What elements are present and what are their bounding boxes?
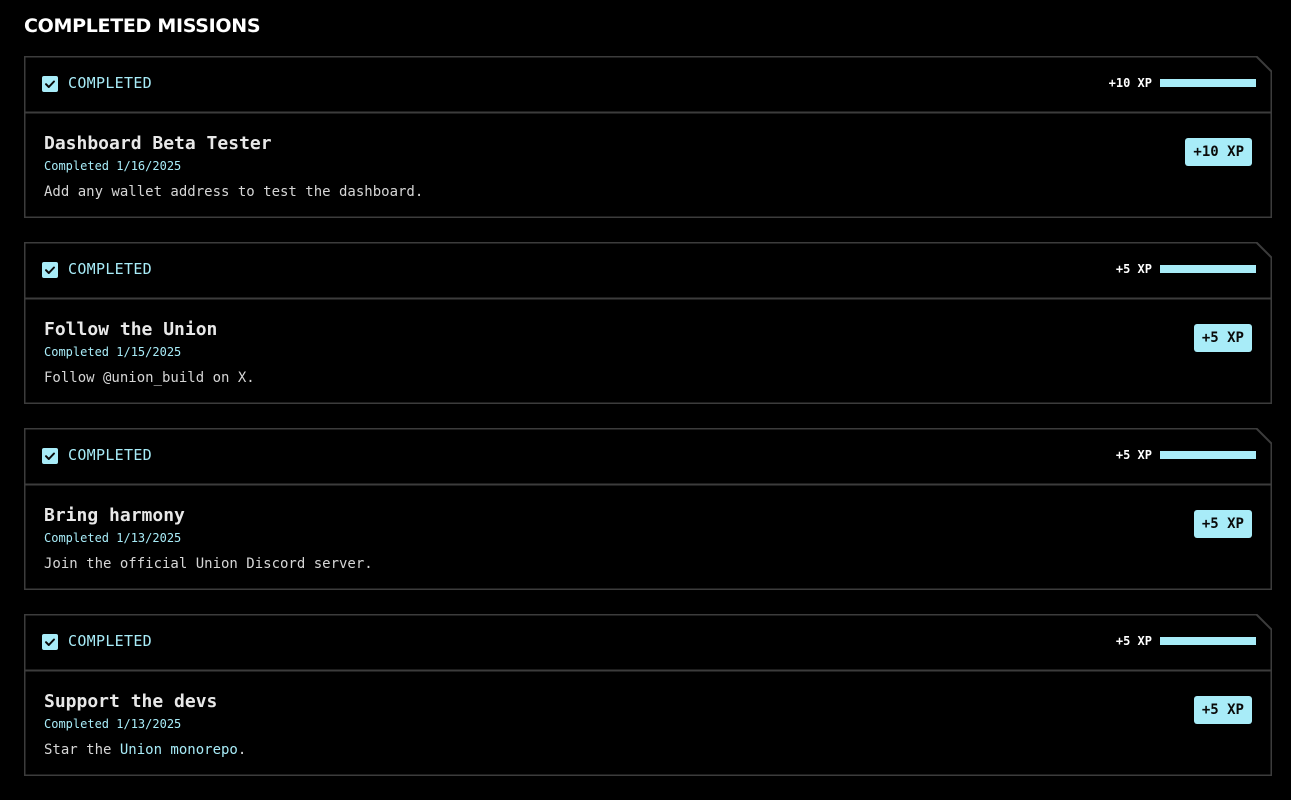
header-xp-value: +5 XP [1115,634,1152,648]
header-xp-value: +10 XP [1108,76,1152,90]
mission-card: COMPLETED +5 XP Bring harmony Completed … [24,428,1272,590]
mission-card: COMPLETED +5 XP Follow the Union Complet… [24,242,1272,404]
mission-description: Join the official Union Discord server. [44,556,373,572]
completed-date: Completed 1/16/2025 [44,159,182,173]
mission-body: Support the devs Completed 1/13/2025 Sta… [24,671,1272,776]
header-xp: +5 XP [1116,447,1256,463]
progress-bar [1160,79,1256,87]
status-label: COMPLETED [68,260,152,278]
xp-badge: +10 XP [1185,138,1252,166]
header-xp: +5 XP [1116,261,1256,277]
missions-list: COMPLETED +10 XP Dashboard Beta Tester C… [24,56,1272,800]
checkbox-checked-icon [42,634,58,650]
xp-badge: +5 XP [1193,696,1252,724]
mission-card: COMPLETED +10 XP Dashboard Beta Tester C… [24,56,1272,218]
header-xp-value: +5 XP [1115,448,1152,462]
progress-bar [1160,451,1256,459]
mission-header: COMPLETED +5 XP [24,242,1272,298]
mission-title: Dashboard Beta Tester [44,133,272,154]
xp-badge: +5 XP [1193,510,1252,538]
mission-body: Dashboard Beta Tester Completed 1/16/202… [24,113,1272,218]
union-monorepo-link[interactable]: Union monorepo [120,742,238,758]
checkbox-checked-icon [42,448,58,464]
progress-bar [1160,637,1256,645]
mission-description: Follow @union_build on X. [44,370,255,386]
status-label: COMPLETED [68,446,152,464]
mission-title: Follow the Union [44,319,218,340]
mission-body: Bring harmony Completed 1/13/2025 Join t… [24,485,1272,590]
page-title: COMPLETED MISSIONS [24,15,261,37]
description-suffix: . [237,742,247,758]
completed-date: Completed 1/13/2025 [44,531,182,545]
header-xp: +5 XP [1116,633,1256,649]
status-label: COMPLETED [68,74,152,92]
mission-description: Star the Union monorepo. [44,740,246,760]
mission-header: COMPLETED +5 XP [24,428,1272,484]
xp-badge: +5 XP [1193,324,1252,352]
progress-fill [1160,79,1256,87]
progress-fill [1160,637,1256,645]
progress-fill [1160,265,1256,273]
status-label: COMPLETED [68,632,152,650]
mission-description: Add any wallet address to test the dashb… [44,184,424,200]
mission-title: Support the devs [44,691,218,712]
mission-body: Follow the Union Completed 1/15/2025 Fol… [24,299,1272,404]
mission-header: COMPLETED +10 XP [24,56,1272,112]
checkbox-checked-icon [42,76,58,92]
progress-bar [1160,265,1256,273]
mission-title: Bring harmony [44,505,185,526]
checkbox-checked-icon [42,262,58,278]
completed-date: Completed 1/15/2025 [44,345,182,359]
header-xp: +10 XP [1109,75,1256,91]
mission-card: COMPLETED +5 XP Support the devs Complet… [24,614,1272,776]
completed-date: Completed 1/13/2025 [44,717,182,731]
description-prefix: Star the [44,742,120,758]
progress-fill [1160,451,1256,459]
mission-header: COMPLETED +5 XP [24,614,1272,670]
header-xp-value: +5 XP [1115,262,1152,276]
